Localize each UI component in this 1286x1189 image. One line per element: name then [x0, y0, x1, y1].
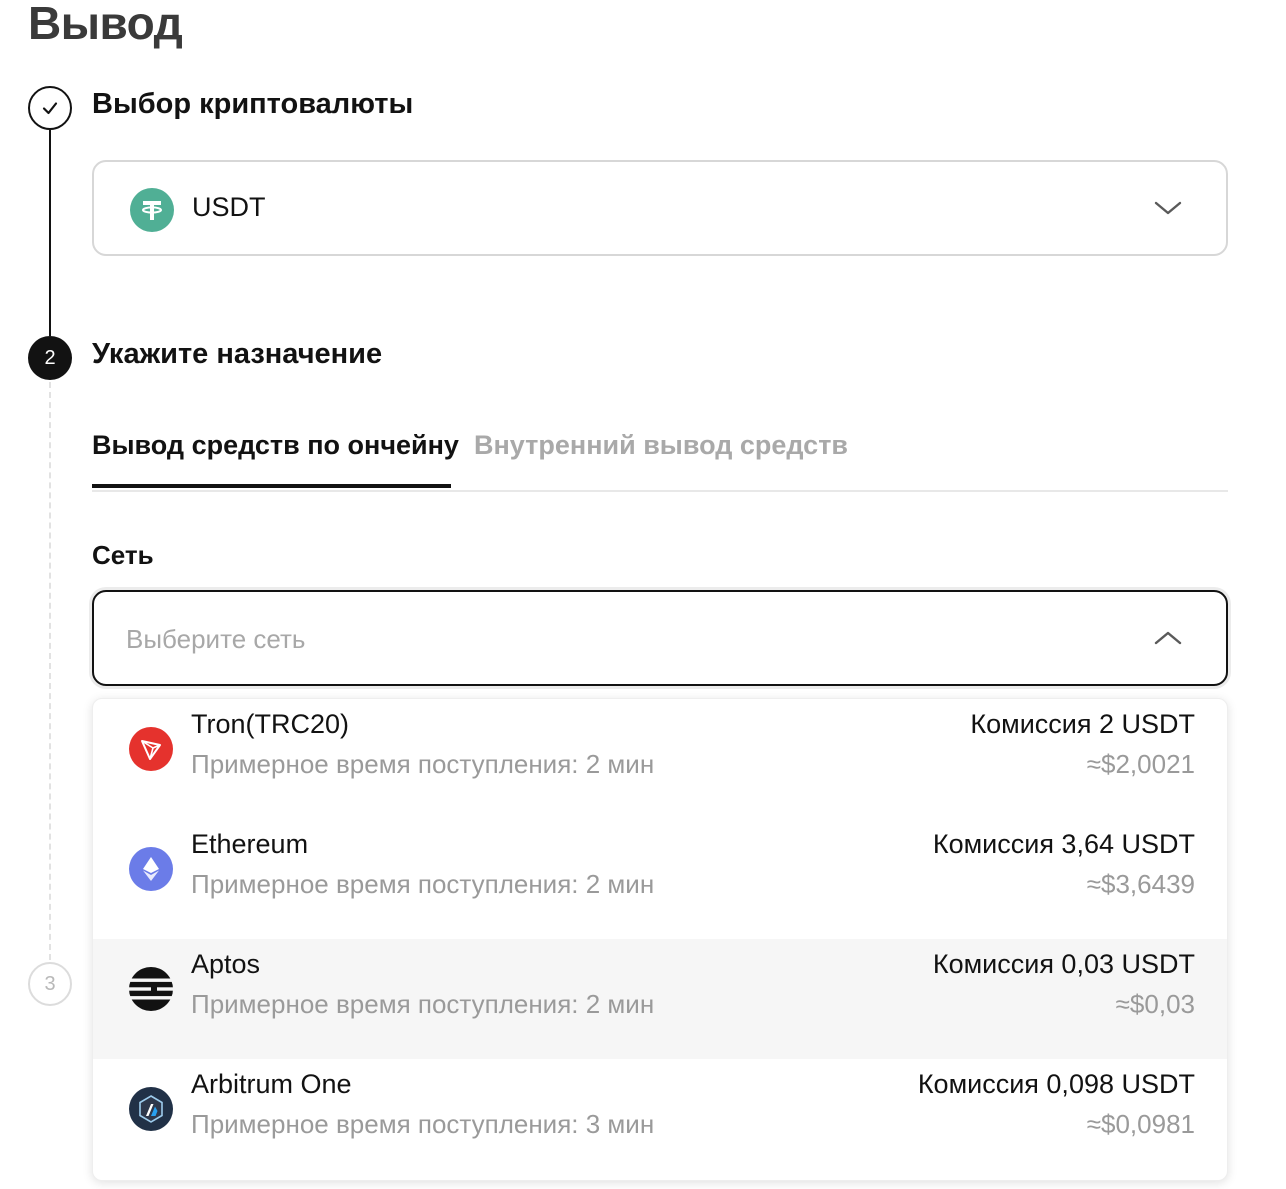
network-eta: Примерное время поступления: 2 мин	[191, 989, 655, 1019]
network-name: Tron(TRC20)	[191, 709, 350, 739]
chevron-up-icon	[1154, 631, 1182, 645]
withdraw-type-tabs: Вывод средств по ончейну Внутренний выво…	[92, 420, 1228, 492]
network-option-aptos[interactable]: Aptos Примерное время поступления: 2 мин…	[93, 939, 1227, 1059]
check-icon	[42, 102, 58, 115]
network-fee-usd: ≈$2,0021	[1086, 749, 1195, 779]
step-1-indicator	[28, 86, 72, 130]
step-3-indicator: 3	[28, 962, 72, 1006]
tab-internal-withdrawal[interactable]: Внутренний вывод средств	[474, 430, 848, 461]
tron-icon	[129, 727, 173, 771]
network-field-label: Сеть	[92, 540, 154, 570]
ethereum-icon	[129, 847, 173, 891]
crypto-select[interactable]: USDT	[92, 160, 1228, 256]
network-fee: Комиссия 2 USDT	[970, 709, 1195, 739]
network-fee-usd: ≈$0,0981	[1086, 1109, 1195, 1139]
tab-onchain-withdrawal[interactable]: Вывод средств по ончейну	[92, 430, 459, 461]
step-connector-upcoming	[49, 382, 51, 960]
network-dropdown: Tron(TRC20) Примерное время поступления:…	[92, 698, 1228, 1181]
network-name: Arbitrum One	[191, 1069, 352, 1099]
network-fee: Комиссия 0,098 USDT	[917, 1069, 1195, 1099]
network-fee-usd: ≈$3,6439	[1086, 869, 1195, 899]
step-1-title: Выбор криптовалюты	[92, 88, 414, 120]
network-eta: Примерное время поступления: 2 мин	[191, 869, 655, 899]
tether-icon	[130, 188, 174, 232]
network-name: Aptos	[191, 949, 261, 979]
arbitrum-icon	[129, 1087, 173, 1131]
chevron-down-icon	[1154, 201, 1182, 215]
page-title: Вывод	[28, 0, 183, 49]
step-2-title: Укажите назначение	[92, 338, 383, 370]
network-select-placeholder: Выберите сеть	[126, 624, 306, 654]
active-tab-indicator	[92, 484, 451, 488]
network-fee: Комиссия 0,03 USDT	[932, 949, 1195, 979]
network-eta: Примерное время поступления: 2 мин	[191, 749, 655, 779]
crypto-select-value: USDT	[192, 192, 266, 222]
network-name: Ethereum	[191, 829, 309, 859]
network-select[interactable]: Выберите сеть	[92, 590, 1228, 686]
network-fee-usd: ≈$0,03	[1115, 989, 1195, 1019]
aptos-icon	[129, 967, 173, 1011]
network-option-arbitrum[interactable]: Arbitrum One Примерное время поступления…	[93, 1059, 1227, 1179]
network-eta: Примерное время поступления: 3 мин	[191, 1109, 655, 1139]
network-fee: Комиссия 3,64 USDT	[932, 829, 1195, 859]
step-2-indicator: 2	[28, 336, 72, 380]
step-connector-completed	[49, 130, 51, 336]
network-option-ethereum[interactable]: Ethereum Примерное время поступления: 2 …	[93, 819, 1227, 939]
network-option-tron[interactable]: Tron(TRC20) Примерное время поступления:…	[93, 699, 1227, 819]
